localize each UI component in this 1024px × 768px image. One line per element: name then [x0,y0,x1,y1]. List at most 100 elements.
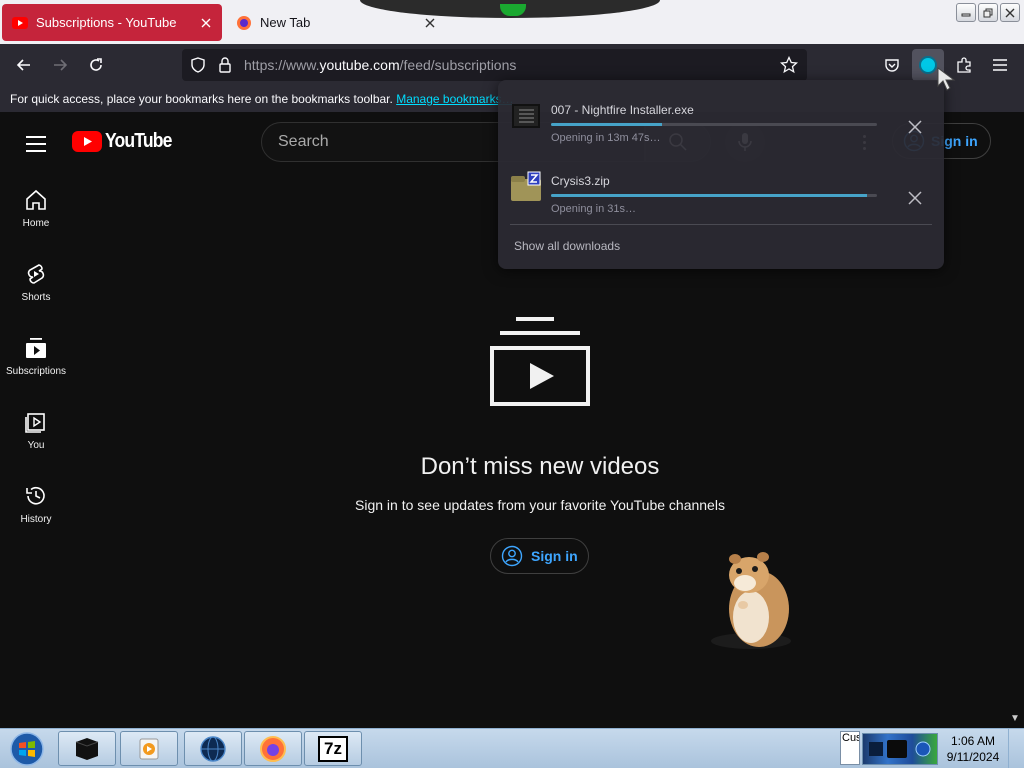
guide-item-label: Subscriptions [5,366,67,377]
cancel-download-button[interactable] [904,116,926,138]
sign-in-label: Sign in [531,548,578,564]
shorts-icon [27,264,45,284]
reload-button[interactable] [80,49,112,81]
download-progress-icon [919,56,937,74]
close-window-button[interactable] [1000,3,1020,22]
app-menu-button[interactable] [984,49,1016,81]
firefox-icon [260,735,286,762]
account-circle-icon [501,545,523,567]
back-button[interactable] [8,49,40,81]
downloads-panel: 007 - Nightfire Installer.exe Opening in… [498,80,944,269]
download-progress-fill [551,194,868,197]
download-status: Opening in 31s… [551,203,636,215]
empty-state-subtitle: Sign in to see updates from your favorit… [355,497,725,513]
url-scheme: https://www. [244,57,320,73]
subscriptions-icon [26,338,46,358]
guide-item-home[interactable]: Home [0,176,72,250]
download-status: Opening in 13m 47s… [551,132,661,144]
tray-text-box[interactable]: Cus [840,731,860,765]
download-filename: 007 - Nightfire Installer.exe [551,103,694,117]
seven-zip-icon: 7z [318,735,348,762]
search-placeholder: Search [278,133,329,150]
menu-line [26,143,46,145]
close-tab-icon[interactable] [418,11,442,35]
manage-bookmarks-link[interactable]: Manage bookmarks… [396,92,513,106]
url-text: https://www.youtube.com/feed/subscriptio… [244,57,516,73]
lock-icon[interactable] [218,57,232,78]
close-icon [908,120,922,134]
screen: Subscriptions - YouTube New Tab https://… [0,0,1024,768]
tab-title: Subscriptions - YouTube [36,15,177,30]
empty-state-title: Don’t miss new videos [420,453,660,480]
globe-icon [200,735,226,762]
youtube-logo[interactable]: YouTube [72,130,181,153]
panel-divider [510,224,932,225]
mouse-cursor-icon [937,67,956,91]
pocket-button[interactable] [876,49,908,81]
download-item[interactable]: 007 - Nightfire Installer.exe Opening in… [498,86,944,150]
empty-state-sign-in-button[interactable]: Sign in [490,538,589,574]
pocket-icon [885,59,899,72]
taskbar-app-black-box[interactable] [58,731,116,766]
guide-menu-button[interactable] [20,128,52,160]
back-arrow-icon [16,59,30,71]
logo-text: YouTube [105,130,172,152]
tab-subscriptions-youtube[interactable]: Subscriptions - YouTube [2,4,222,41]
guide-item-label: Home [22,218,50,229]
taskbar-clock[interactable]: 1:06 AM 9/11/2024 [940,733,1006,765]
close-tab-icon[interactable] [194,11,218,35]
cancel-download-button[interactable] [904,187,926,209]
guide-item-you[interactable]: You [0,398,72,472]
taskbar-app-firefox[interactable] [244,731,302,766]
scroll-down-arrow-icon[interactable]: ▼ [1010,713,1020,724]
forward-button[interactable] [44,49,76,81]
windows-taskbar: 7z Cus 1:06 AM 9/11/2024 [0,728,1024,768]
youtube-favicon-icon [12,15,28,31]
restore-button[interactable] [978,3,998,22]
hamburger-menu-icon [993,59,1007,71]
show-all-downloads-button[interactable]: Show all downloads [514,239,620,253]
url-path: /feed/subscriptions [399,57,517,73]
show-desktop-button[interactable] [1008,729,1024,768]
clock-date: 9/11/2024 [946,750,1000,764]
black-cube-icon [75,737,99,760]
shield-icon[interactable] [190,57,206,78]
menu-line [26,136,46,138]
subscriptions-empty-icon [490,317,590,406]
windows-start-orb-icon [10,732,44,766]
hamster-desktop-pet-icon[interactable] [705,547,797,653]
guide-item-label: History [20,514,52,525]
bookmarks-hint: For quick access, place your bookmarks h… [10,92,393,106]
forward-arrow-icon [54,59,68,71]
bookmark-star-icon[interactable] [779,55,799,79]
tab-new-tab[interactable]: New Tab [226,4,446,41]
you-icon [25,413,45,433]
tray-icons-group[interactable] [862,733,938,765]
guide-item-label: You [27,440,45,451]
download-item[interactable]: Crysis3.zip Opening in 31s… [498,157,944,221]
start-button[interactable] [2,730,52,768]
system-tray-icons [869,740,931,758]
guide-item-label: Shorts [21,292,51,303]
firefox-favicon-icon [236,15,252,31]
guide-item-subscriptions[interactable]: Subscriptions [0,324,72,398]
download-progress-track [551,194,877,197]
left-guide: Home Shorts Subscriptions You History [0,176,72,546]
download-progress-track [551,123,877,126]
minimize-button[interactable] [956,3,976,22]
guide-item-history[interactable]: History [0,472,72,546]
clock-time: 1:06 AM [950,734,996,748]
taskbar-app-globe[interactable] [184,731,242,766]
browser-tab-strip: Subscriptions - YouTube New Tab [0,0,1024,44]
taskbar-app-media[interactable] [120,731,178,766]
zip-archive-icon [511,171,541,201]
window-controls [956,3,1020,22]
taskbar-app-7zip[interactable]: 7z [304,731,362,766]
menu-line [26,150,46,152]
download-filename: Crysis3.zip [551,174,610,188]
history-icon [26,486,45,505]
url-bar[interactable]: https://www.youtube.com/feed/subscriptio… [182,49,807,81]
guide-item-shorts[interactable]: Shorts [0,250,72,324]
exe-file-icon [512,104,540,128]
url-host: youtube.com [319,57,400,73]
